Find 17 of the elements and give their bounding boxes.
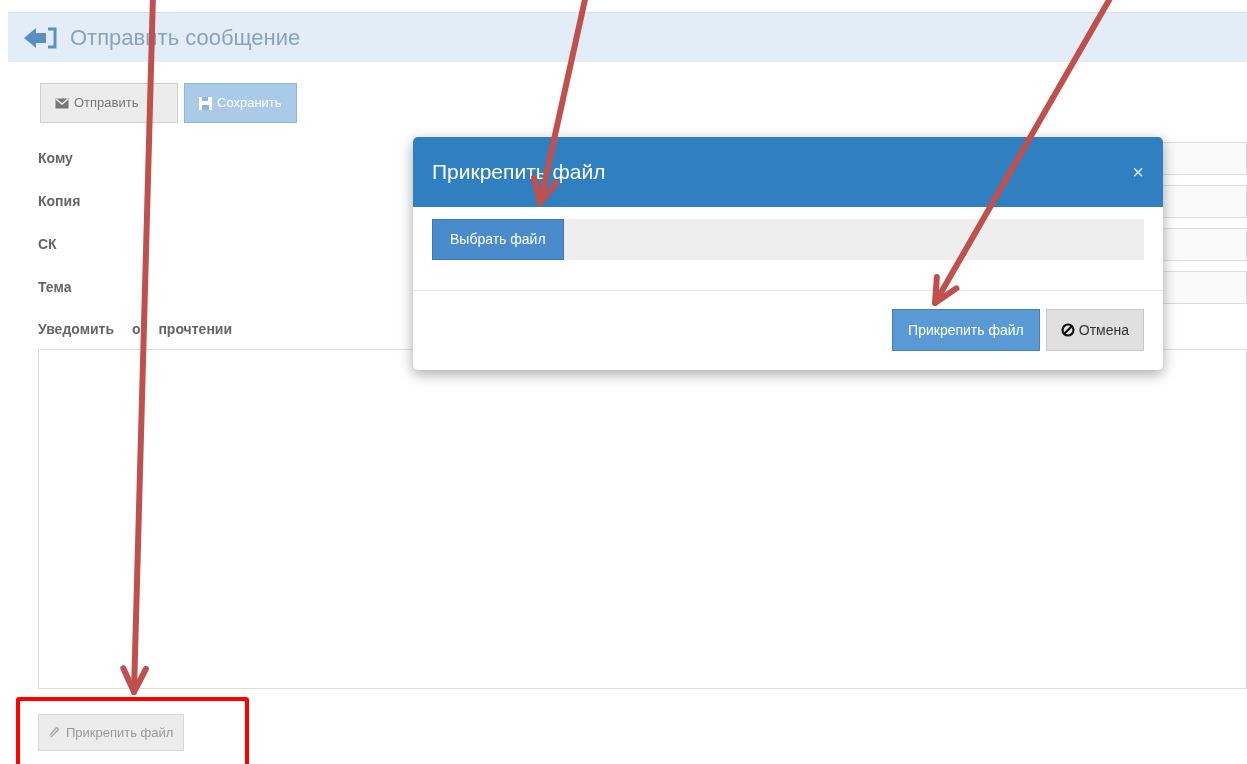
back-icon[interactable] [24,25,58,50]
attach-button[interactable]: Прикрепить файл [892,309,1040,351]
attach-file-button[interactable]: Прикрепить файл [38,714,185,751]
choose-file-button[interactable]: Выбрать файл [432,219,564,260]
dialog-title: Прикрепить файл [432,159,606,186]
field-label: Тема [38,278,73,297]
send-button[interactable]: Отправить [40,83,178,123]
envelope-icon [55,97,69,109]
prohibited-icon [1060,323,1075,337]
paperclip-icon [49,726,61,739]
field-label: Кому [38,149,74,168]
field-label: СК [38,235,58,254]
file-input-field[interactable]: Выбрать файл [432,219,1144,260]
field-label: Уведомить о прочтении [38,319,233,339]
cancel-button[interactable]: Отмена [1045,309,1144,351]
close-button[interactable]: × [1132,157,1144,187]
field-label: Копия [38,192,82,211]
